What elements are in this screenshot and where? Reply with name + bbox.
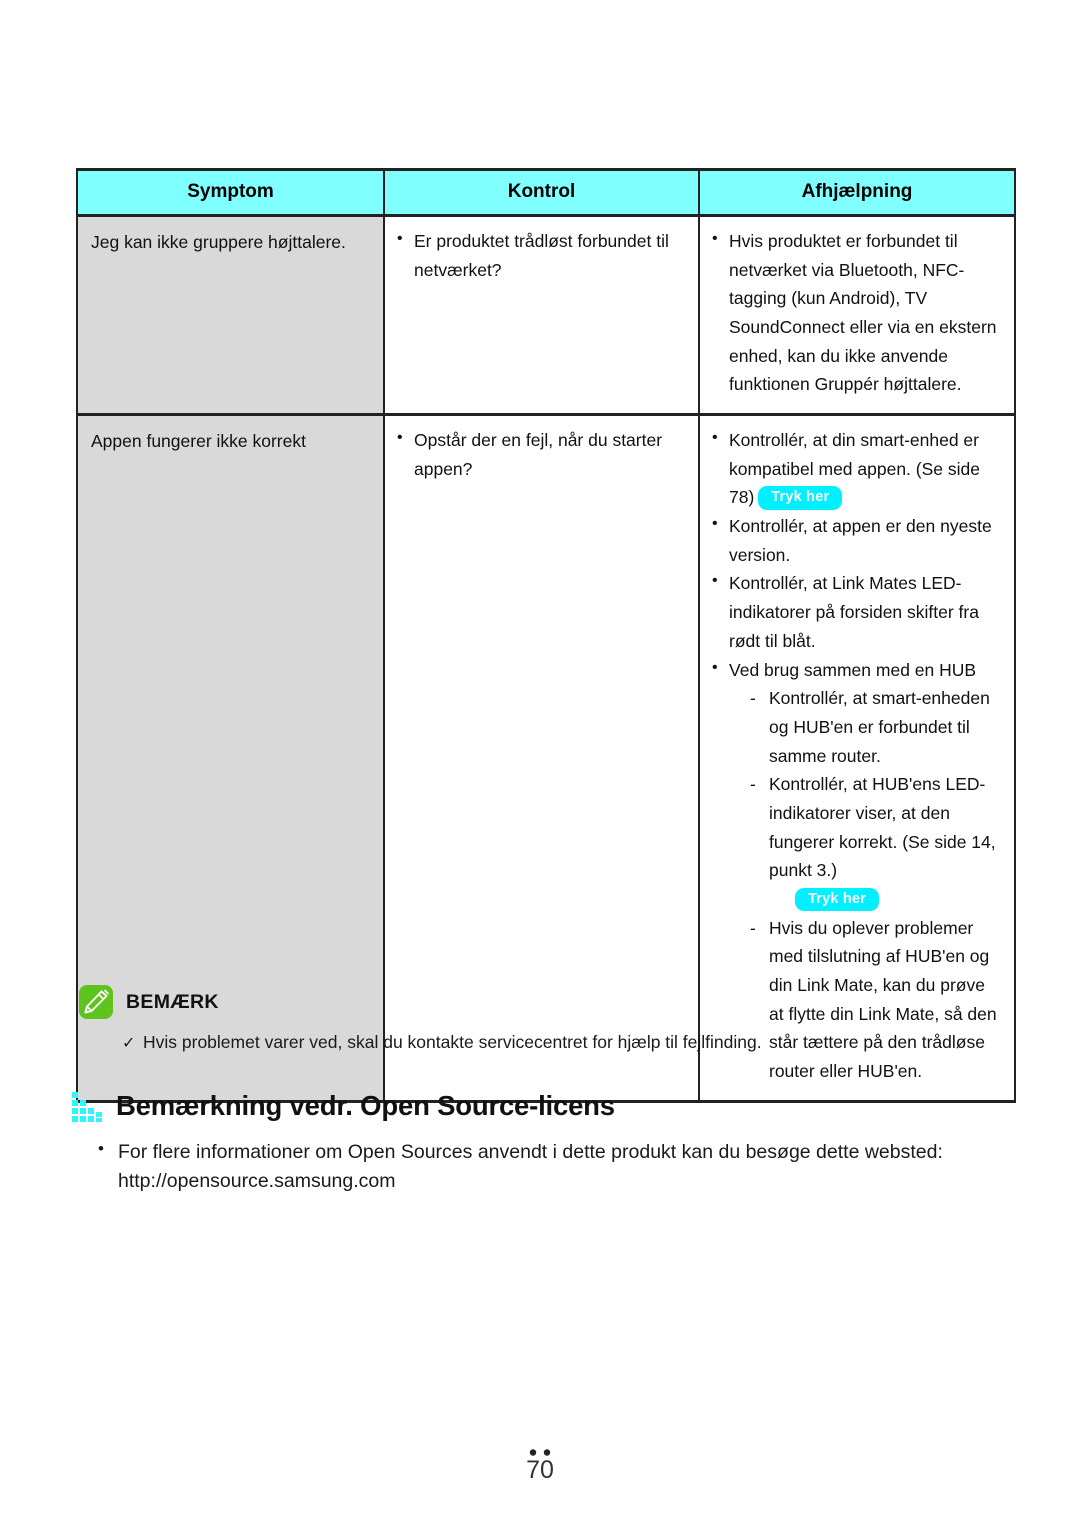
sub-list-item: Kontrollér, at HUB'ens LED-indikatorer v… (748, 770, 1004, 913)
column-header-afhjaelpning: Afhjælpning (698, 168, 1016, 217)
document-page: Symptom Kontrol Afhjælpning Jeg kan ikke… (0, 0, 1080, 1527)
cell-afhjaelpning: Hvis produktet er forbundet til netværke… (698, 215, 1016, 417)
tryk-her-badge[interactable]: Tryk her (795, 888, 880, 912)
cell-symptom: Jeg kan ikke gruppere højttalere. (76, 215, 385, 417)
page-footer: 70 (0, 1448, 1080, 1483)
list-item: Kontrollér, at appen er den nyeste versi… (710, 511, 1004, 569)
list-item: Hvis produktet er forbundet til netværke… (710, 226, 1004, 399)
page-number: 70 (526, 1456, 554, 1484)
pencil-note-icon (79, 985, 113, 1019)
sub-list-item-text: Kontrollér, at HUB'ens LED-indikatorer v… (769, 774, 996, 881)
note-item-text: Hvis problemet varer ved, skal du kontak… (143, 1032, 762, 1052)
troubleshooting-table-wrapper: Symptom Kontrol Afhjælpning Jeg kan ikke… (76, 168, 1016, 1103)
section-header: Bemærkning vedr. Open Source-licens (72, 1090, 1012, 1122)
list-item: Opstår der en fejl, når du starter appen… (395, 425, 688, 483)
bar-steps-icon (72, 1090, 102, 1122)
sub-list-item: Kontrollér, at smart-enheden og HUB'en e… (748, 684, 1004, 770)
list-item-text: Ved brug sammen med en HUB (729, 659, 977, 680)
check-icon: ✓ (122, 1035, 136, 1052)
list-item: Kontrollér, at Link Mates LED-indikatore… (710, 568, 1004, 655)
note-body: ✓ Hvis problemet varer ved, skal du konta… (79, 1029, 979, 1056)
table-header-row: Symptom Kontrol Afhjælpning (76, 168, 1016, 217)
column-header-symptom: Symptom (76, 168, 385, 217)
section-title: Bemærkning vedr. Open Source-licens (116, 1090, 615, 1121)
note-title: BEMÆRK (126, 990, 219, 1013)
section-body: For flere informationer om Open Sources … (72, 1136, 1012, 1196)
troubleshooting-table: Symptom Kontrol Afhjælpning Jeg kan ikke… (76, 168, 1016, 1103)
open-source-section: Bemærkning vedr. Open Source-licens For … (72, 1090, 1012, 1196)
list-item: Kontrollér, at din smart-enhed er kompat… (710, 425, 1004, 512)
note-header: BEMÆRK (79, 985, 979, 1019)
table-row: Jeg kan ikke gruppere højttalere. Er pro… (76, 215, 1016, 417)
tryk-her-badge[interactable]: Tryk her (758, 486, 843, 510)
column-header-kontrol: Kontrol (383, 168, 700, 217)
list-item: For flere informationer om Open Sources … (96, 1136, 1012, 1196)
list-item: Er produktet trådløst forbundet til netv… (395, 226, 688, 284)
note-block: BEMÆRK ✓ Hvis problemet varer ved, skal d… (79, 985, 979, 1056)
cell-kontrol: Er produktet trådløst forbundet til netv… (383, 215, 700, 417)
